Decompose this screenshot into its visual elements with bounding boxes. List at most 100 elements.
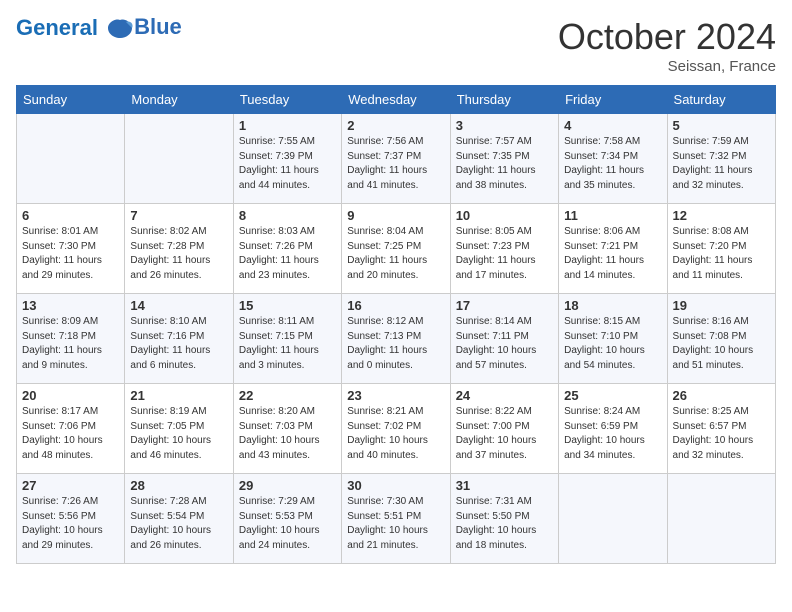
day-info: Sunrise: 8:03 AMSunset: 7:26 PMDaylight:… [239,225,336,283]
day-number: 22 [239,388,336,403]
day-info: Sunrise: 8:04 AMSunset: 7:25 PMDaylight:… [347,225,444,283]
day-info: Sunrise: 8:01 AMSunset: 7:30 PMDaylight:… [22,225,119,283]
table-row: 3Sunrise: 7:57 AMSunset: 7:35 PMDaylight… [450,114,558,204]
day-info: Sunrise: 8:20 AMSunset: 7:03 PMDaylight:… [239,405,336,463]
calendar-row: 27Sunrise: 7:26 AMSunset: 5:56 PMDayligh… [17,474,776,564]
day-number: 24 [456,388,553,403]
header-saturday: Saturday [667,86,775,114]
day-number: 13 [22,298,119,313]
table-row: 31 Sunrise: 7:31 AMSunset: 5:50 PMDayligh… [450,474,558,564]
day-number: 2 [347,118,444,133]
table-row: 11Sunrise: 8:06 AMSunset: 7:21 PMDayligh… [559,204,667,294]
table-row: 15Sunrise: 8:11 AMSunset: 7:15 PMDayligh… [233,294,341,384]
day-number: 19 [673,298,770,313]
table-row: 23Sunrise: 8:21 AMSunset: 7:02 PMDayligh… [342,384,450,474]
header-thursday: Thursday [450,86,558,114]
day-info: Sunrise: 7:28 AMSunset: 5:54 PMDaylight:… [130,495,227,553]
table-row [667,474,775,564]
day-info: Sunrise: 7:57 AMSunset: 7:35 PMDaylight:… [456,135,553,193]
day-info: Sunrise: 8:09 AMSunset: 7:18 PMDaylight:… [22,315,119,373]
day-number: 14 [130,298,227,313]
table-row: 29 Sunrise: 7:29 AMSunset: 5:53 PMDayligh… [233,474,341,564]
day-number: 5 [673,118,770,133]
day-number: 11 [564,208,661,223]
day-number: 30 [347,478,444,493]
location: Seissan, France [558,58,776,75]
table-row: 9 Sunrise: 8:04 AMSunset: 7:25 PMDaylight… [342,204,450,294]
day-number: 8 [239,208,336,223]
day-number: 10 [456,208,553,223]
title-block: October 2024 Seissan, France [558,16,776,75]
table-row: 16Sunrise: 8:12 AMSunset: 7:13 PMDayligh… [342,294,450,384]
logo-blue-text: Blue [134,14,182,40]
day-info: Sunrise: 8:22 AMSunset: 7:00 PMDaylight:… [456,405,553,463]
logo: General Blue [16,16,182,40]
logo-bird-icon [106,18,134,40]
header-friday: Friday [559,86,667,114]
day-number: 20 [22,388,119,403]
calendar-row: 6 Sunrise: 8:01 AMSunset: 7:30 PMDaylight… [17,204,776,294]
table-row: 17 Sunrise: 8:14 AMSunset: 7:11 PMDayligh… [450,294,558,384]
day-info: Sunrise: 8:16 AMSunset: 7:08 PMDaylight:… [673,315,770,373]
day-info: Sunrise: 7:29 AMSunset: 5:53 PMDaylight:… [239,495,336,553]
table-row: 19 Sunrise: 8:16 AMSunset: 7:08 PMDayligh… [667,294,775,384]
day-info: Sunrise: 7:56 AMSunset: 7:37 PMDaylight:… [347,135,444,193]
day-info: Sunrise: 7:55 AMSunset: 7:39 PMDaylight:… [239,135,336,193]
table-row: 14 Sunrise: 8:10 AMSunset: 7:16 PMDayligh… [125,294,233,384]
day-info: Sunrise: 8:25 AMSunset: 6:57 PMDaylight:… [673,405,770,463]
table-row [17,114,125,204]
page-header: General Blue October 2024 Seissan, Franc… [16,16,776,75]
day-info: Sunrise: 7:31 AMSunset: 5:50 PMDaylight:… [456,495,553,553]
table-row: 2 Sunrise: 7:56 AMSunset: 7:37 PMDaylight… [342,114,450,204]
day-info: Sunrise: 8:08 AMSunset: 7:20 PMDaylight:… [673,225,770,283]
calendar-row: 13 Sunrise: 8:09 AMSunset: 7:18 PMDayligh… [17,294,776,384]
table-row: 6 Sunrise: 8:01 AMSunset: 7:30 PMDaylight… [17,204,125,294]
day-number: 28 [130,478,227,493]
table-row: 5Sunrise: 7:59 AMSunset: 7:32 PMDaylight… [667,114,775,204]
day-info: Sunrise: 8:24 AMSunset: 6:59 PMDaylight:… [564,405,661,463]
day-info: Sunrise: 8:02 AMSunset: 7:28 PMDaylight:… [130,225,227,283]
table-row: 26Sunrise: 8:25 AMSunset: 6:57 PMDayligh… [667,384,775,474]
table-row: 12 Sunrise: 8:08 AMSunset: 7:20 PMDayligh… [667,204,775,294]
day-number: 4 [564,118,661,133]
day-number: 17 [456,298,553,313]
day-number: 21 [130,388,227,403]
header-tuesday: Tuesday [233,86,341,114]
day-info: Sunrise: 7:58 AMSunset: 7:34 PMDaylight:… [564,135,661,193]
table-row: 7Sunrise: 8:02 AMSunset: 7:28 PMDaylight… [125,204,233,294]
day-number: 1 [239,118,336,133]
table-row: 24 Sunrise: 8:22 AMSunset: 7:00 PMDayligh… [450,384,558,474]
calendar-row: 1 Sunrise: 7:55 AMSunset: 7:39 PMDaylight… [17,114,776,204]
day-info: Sunrise: 8:12 AMSunset: 7:13 PMDaylight:… [347,315,444,373]
day-info: Sunrise: 8:10 AMSunset: 7:16 PMDaylight:… [130,315,227,373]
day-info: Sunrise: 8:19 AMSunset: 7:05 PMDaylight:… [130,405,227,463]
table-row: 10 Sunrise: 8:05 AMSunset: 7:23 PMDayligh… [450,204,558,294]
day-number: 9 [347,208,444,223]
table-row [125,114,233,204]
calendar-table: Sunday Monday Tuesday Wednesday Thursday… [16,85,776,564]
table-row: 21 Sunrise: 8:19 AMSunset: 7:05 PMDayligh… [125,384,233,474]
day-number: 29 [239,478,336,493]
table-row: 27Sunrise: 7:26 AMSunset: 5:56 PMDayligh… [17,474,125,564]
table-row: 28 Sunrise: 7:28 AMSunset: 5:54 PMDayligh… [125,474,233,564]
day-number: 23 [347,388,444,403]
day-info: Sunrise: 8:17 AMSunset: 7:06 PMDaylight:… [22,405,119,463]
table-row: 1 Sunrise: 7:55 AMSunset: 7:39 PMDaylight… [233,114,341,204]
header-monday: Monday [125,86,233,114]
table-row: 30Sunrise: 7:30 AMSunset: 5:51 PMDayligh… [342,474,450,564]
table-row: 8 Sunrise: 8:03 AMSunset: 7:26 PMDaylight… [233,204,341,294]
table-row: 25 Sunrise: 8:24 AMSunset: 6:59 PMDayligh… [559,384,667,474]
day-number: 6 [22,208,119,223]
day-info: Sunrise: 8:14 AMSunset: 7:11 PMDaylight:… [456,315,553,373]
day-number: 25 [564,388,661,403]
table-row: 4 Sunrise: 7:58 AMSunset: 7:34 PMDaylight… [559,114,667,204]
day-info: Sunrise: 8:05 AMSunset: 7:23 PMDaylight:… [456,225,553,283]
day-number: 15 [239,298,336,313]
logo-text: General [16,16,134,40]
day-number: 12 [673,208,770,223]
calendar-header-row: Sunday Monday Tuesday Wednesday Thursday… [17,86,776,114]
table-row: 13 Sunrise: 8:09 AMSunset: 7:18 PMDayligh… [17,294,125,384]
day-number: 31 [456,478,553,493]
table-row: 22 Sunrise: 8:20 AMSunset: 7:03 PMDayligh… [233,384,341,474]
table-row: 20 Sunrise: 8:17 AMSunset: 7:06 PMDayligh… [17,384,125,474]
